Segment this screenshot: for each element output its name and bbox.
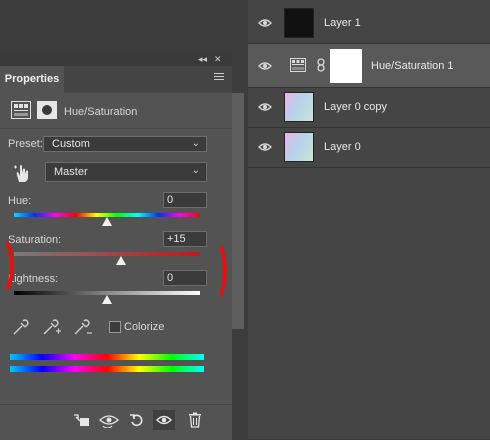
divider (0, 128, 232, 129)
saturation-label: Saturation: (8, 234, 62, 246)
eyedropper-plus-icon[interactable] (42, 318, 62, 336)
eye-icon[interactable] (258, 16, 272, 30)
clip-to-layer-icon[interactable] (70, 410, 92, 430)
hue-saturation-adjustment-icon (290, 58, 306, 72)
hue-label: Hue: (8, 195, 32, 207)
saturation-input[interactable]: +15 (163, 231, 207, 247)
layer-name: Layer 1 (324, 17, 361, 29)
layer-mask-icon[interactable] (37, 101, 57, 119)
eyedropper-minus-icon[interactable] (73, 318, 93, 336)
output-color-bar (10, 366, 204, 372)
close-icon[interactable]: ✕ (214, 53, 222, 66)
eye-icon[interactable] (258, 140, 272, 154)
scrollbar-thumb[interactable] (232, 93, 244, 329)
chevron-down-icon: ⌄ (191, 138, 200, 149)
trash-icon[interactable] (184, 410, 206, 430)
layer-name: Layer 0 (324, 141, 361, 153)
layer-thumbnail (284, 132, 314, 162)
view-previous-state-icon[interactable] (98, 410, 120, 430)
hue-slider-thumb[interactable] (102, 217, 112, 226)
lightness-input[interactable]: 0 (163, 270, 207, 286)
input-color-bar (10, 354, 204, 360)
visibility-eye-icon[interactable] (153, 410, 175, 430)
eye-icon[interactable] (258, 59, 272, 73)
preset-dropdown[interactable]: Custom ⌄ (43, 136, 207, 152)
colorize-checkbox[interactable] (109, 321, 121, 333)
layer-row-layer-1[interactable]: Layer 1 (248, 4, 490, 44)
lightness-slider-thumb[interactable] (102, 295, 112, 304)
hue-input[interactable]: 0 (163, 192, 207, 208)
hue-saturation-adjustment-icon[interactable] (11, 101, 31, 119)
adjustment-title: Hue/Saturation (64, 106, 138, 118)
preset-value: Custom (52, 138, 90, 150)
saturation-slider-thumb[interactable] (115, 256, 126, 265)
tab-bar (64, 66, 232, 93)
chevron-down-icon: ⌄ (191, 165, 200, 176)
channel-dropdown[interactable]: Master ⌄ (45, 162, 207, 182)
channel-value: Master (54, 166, 88, 178)
reset-icon[interactable] (126, 410, 148, 430)
preset-label: Preset: (8, 138, 43, 150)
panel-header-bar: ◂◂ ✕ (0, 53, 232, 66)
layer-row-layer-0[interactable]: Layer 0 (248, 128, 490, 168)
layer-thumbnail (284, 92, 314, 122)
layer-name: Layer 0 copy (324, 101, 387, 113)
layer-mask-thumbnail[interactable] (330, 49, 362, 83)
lightness-label: Lightness: (8, 273, 59, 285)
layer-name: Hue/Saturation 1 (371, 60, 454, 72)
annotation-bracket-right (205, 240, 227, 302)
targeted-adjustment-hand-icon[interactable] (13, 163, 31, 183)
chain-link-icon[interactable] (316, 58, 326, 72)
eyedropper-icon[interactable] (12, 318, 30, 336)
eye-icon[interactable] (258, 100, 272, 114)
layer-thumbnail (284, 8, 314, 38)
saturation-slider-track[interactable] (14, 252, 200, 256)
layer-row-layer-0-copy[interactable]: Layer 0 copy (248, 88, 490, 128)
double-chevron-icon[interactable]: ◂◂ (198, 53, 207, 66)
hamburger-menu-icon[interactable] (214, 72, 224, 82)
tab-properties[interactable]: Properties (0, 66, 64, 93)
colorize-label: Colorize (124, 321, 165, 333)
layer-row-hue-saturation-1[interactable]: Hue/Saturation 1 (248, 44, 490, 88)
